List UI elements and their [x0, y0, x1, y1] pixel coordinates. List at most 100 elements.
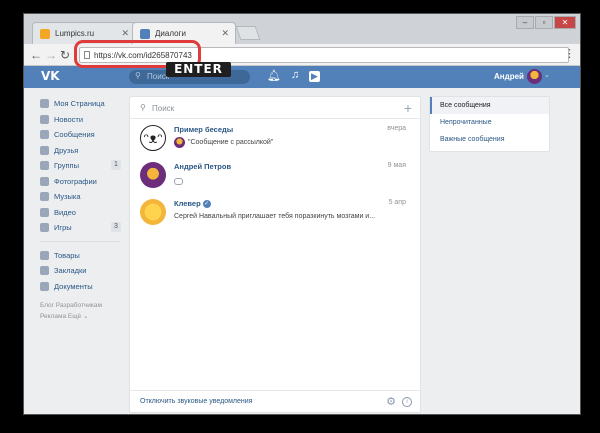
music-icon[interactable]: ♫ [291, 69, 299, 81]
minimize-button[interactable]: ‒ [516, 16, 534, 29]
back-arrow-icon[interactable]: ← [30, 47, 42, 63]
close-tab-icon[interactable]: ✕ [221, 28, 229, 39]
conversation-name: Пример беседы [174, 125, 234, 134]
window-controls: ‒ ▫ ✕ [516, 16, 576, 29]
close-tab-icon[interactable]: ✕ [121, 28, 129, 39]
nav-item-games[interactable]: Игры 3 [40, 220, 121, 236]
conversation-preview: Сергей Навальный приглашает тебя поразки… [174, 213, 376, 220]
browser-window: Lumpics.ru ✕ Диалоги ✕ ‒ ▫ ✕ ← → ↻ https… [23, 13, 581, 415]
nav-item-goods[interactable]: Товары [40, 248, 120, 264]
dialogs-search-placeholder: Поиск [152, 104, 175, 113]
clover-avatar [140, 199, 166, 225]
nav-label: Группы [54, 161, 79, 170]
chevron-down-icon[interactable]: ⌄ [544, 71, 550, 79]
vk-logo[interactable]: VK [41, 69, 60, 83]
document-icon [40, 281, 49, 291]
nav-item-my-page[interactable]: Моя Страница [40, 96, 120, 112]
nav-item-friends[interactable]: Друзья [40, 143, 120, 159]
nav-item-video[interactable]: Видео [40, 205, 120, 221]
nav-label: Документы [54, 281, 93, 291]
search-icon: ⚲ [135, 71, 141, 80]
user-avatar[interactable] [527, 69, 542, 84]
vk-favicon-icon [140, 29, 150, 39]
browser-menu-icon[interactable]: ⋮ [564, 47, 575, 60]
vk-header: VK ⚲ Поиск 🔔︎ ♫ ▶ Андрей ⌄ [24, 66, 580, 88]
footer-links-line1[interactable]: Блог Разработчикам [40, 300, 120, 311]
filter-important[interactable]: Важные сообщения [430, 131, 549, 148]
page-body: Моя Страница Новости Сообщения Друзья Гр… [24, 88, 580, 414]
new-tab-button[interactable] [235, 26, 261, 40]
camera-icon [40, 176, 49, 186]
conversation-preview: "Сообщение с рассылкой" [188, 139, 274, 146]
nav-label: Товары [54, 250, 80, 260]
user-name[interactable]: Андрей [494, 72, 524, 81]
nav-divider [40, 240, 120, 242]
user-avatar [140, 162, 166, 188]
lumpics-favicon-icon [40, 29, 50, 39]
bell-icon[interactable]: 🔔︎ [267, 69, 281, 82]
play-icon[interactable]: ▶ [309, 71, 320, 82]
nav-label: Музыка [54, 192, 81, 201]
home-icon [40, 99, 49, 108]
filter-unread[interactable]: Непрочитанные [430, 114, 549, 131]
footer-links[interactable]: Блог Разработчикам Реклама Ещё ⌄ [40, 300, 120, 322]
shopping-bag-icon [40, 250, 49, 260]
conversation-item[interactable]: ᵔᴥᵔ Пример беседы вчера "Сообщение с рас… [130, 120, 420, 157]
nav-item-photos[interactable]: Фотографии [40, 174, 120, 190]
sender-avatar [174, 137, 185, 148]
chat-icon [40, 130, 49, 139]
nav-label: Видео [54, 207, 76, 217]
search-icon: ⚲ [140, 103, 146, 112]
nav-label: Фотографии [54, 176, 97, 186]
message-filters: Все сообщения Непрочитанные Важные сообщ… [429, 96, 550, 152]
message-bubble-icon [174, 178, 183, 185]
info-icon[interactable]: i [402, 397, 412, 407]
nav-label: Закладки [54, 266, 87, 275]
dialogs-footer: Отключить звуковые уведомления ⚙ i [130, 390, 420, 412]
conversation-name-text: Клевер [174, 199, 201, 208]
smiley-avatar: ᵔᴥᵔ [140, 125, 166, 151]
tab-label: Lumpics.ru [55, 29, 95, 38]
group-icon [40, 161, 49, 170]
nav-item-documents[interactable]: Документы [40, 279, 120, 295]
dialogs-panel: ⚲ Поиск + ᵔᴥᵔ Пример беседы вчера "Сообщ… [129, 96, 421, 413]
nav-item-bookmarks[interactable]: Закладки [40, 263, 120, 279]
new-conversation-plus-icon[interactable]: + [404, 100, 412, 116]
conversation-name: Андрей Петров [174, 162, 232, 171]
music-note-icon [40, 192, 49, 201]
forward-arrow-icon[interactable]: → [45, 47, 57, 63]
conversation-item[interactable]: Клевер ✓ 5 апр Сергей Навальный приглашае… [130, 194, 420, 231]
nav-label: Сообщения [54, 130, 95, 139]
disable-sound-link[interactable]: Отключить звуковые уведомления [140, 398, 252, 405]
reload-icon[interactable]: ↻ [60, 47, 70, 63]
gamepad-icon [40, 223, 49, 232]
conversation-item[interactable]: Андрей Петров 9 мая [130, 157, 420, 194]
verified-check-icon: ✓ [202, 200, 211, 208]
nav-item-news[interactable]: Новости [40, 112, 120, 128]
nav-label: Друзья [54, 145, 79, 155]
filter-all-messages[interactable]: Все сообщения [430, 97, 549, 114]
tab-label: Диалоги [155, 29, 186, 38]
news-icon [40, 114, 49, 124]
star-icon [40, 266, 49, 275]
nav-item-messages[interactable]: Сообщения [40, 127, 120, 143]
conversation-name: Клевер ✓ [174, 199, 211, 208]
nav-label: Моя Страница [54, 99, 105, 108]
conversation-time: 5 апр [388, 199, 406, 206]
nav-label: Игры [54, 223, 72, 232]
footer-links-line2[interactable]: Реклама Ещё ⌄ [40, 311, 120, 322]
person-icon [40, 145, 49, 155]
maximize-button[interactable]: ▫ [535, 16, 553, 29]
left-navigation: Моя Страница Новости Сообщения Друзья Гр… [40, 96, 121, 322]
nav-item-groups[interactable]: Группы 1 [40, 158, 121, 174]
nav-item-music[interactable]: Музыка [40, 189, 120, 205]
enter-key-label: ENTER [166, 62, 231, 77]
video-icon [40, 207, 49, 217]
dialogs-search-input[interactable]: ⚲ Поиск + [130, 97, 420, 119]
conversation-time: 9 мая [387, 162, 406, 169]
count-badge: 3 [111, 222, 121, 232]
gear-icon[interactable]: ⚙ [386, 395, 396, 408]
close-window-button[interactable]: ✕ [554, 16, 576, 29]
nav-label: Новости [54, 114, 84, 124]
count-badge: 1 [111, 160, 121, 170]
